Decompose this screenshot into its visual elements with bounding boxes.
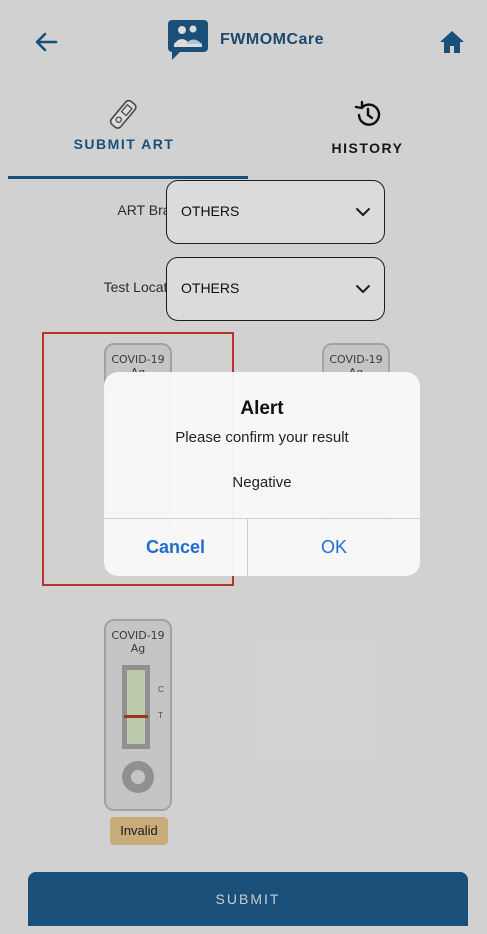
cancel-button[interactable]: Cancel <box>104 519 247 576</box>
alert-dialog: Alert Please confirm your result Negativ… <box>104 372 420 576</box>
alert-title: Alert <box>240 398 284 419</box>
ok-button[interactable]: OK <box>248 519 420 576</box>
alert-message: Please confirm your result <box>175 429 349 446</box>
alert-result: Negative <box>232 474 292 491</box>
